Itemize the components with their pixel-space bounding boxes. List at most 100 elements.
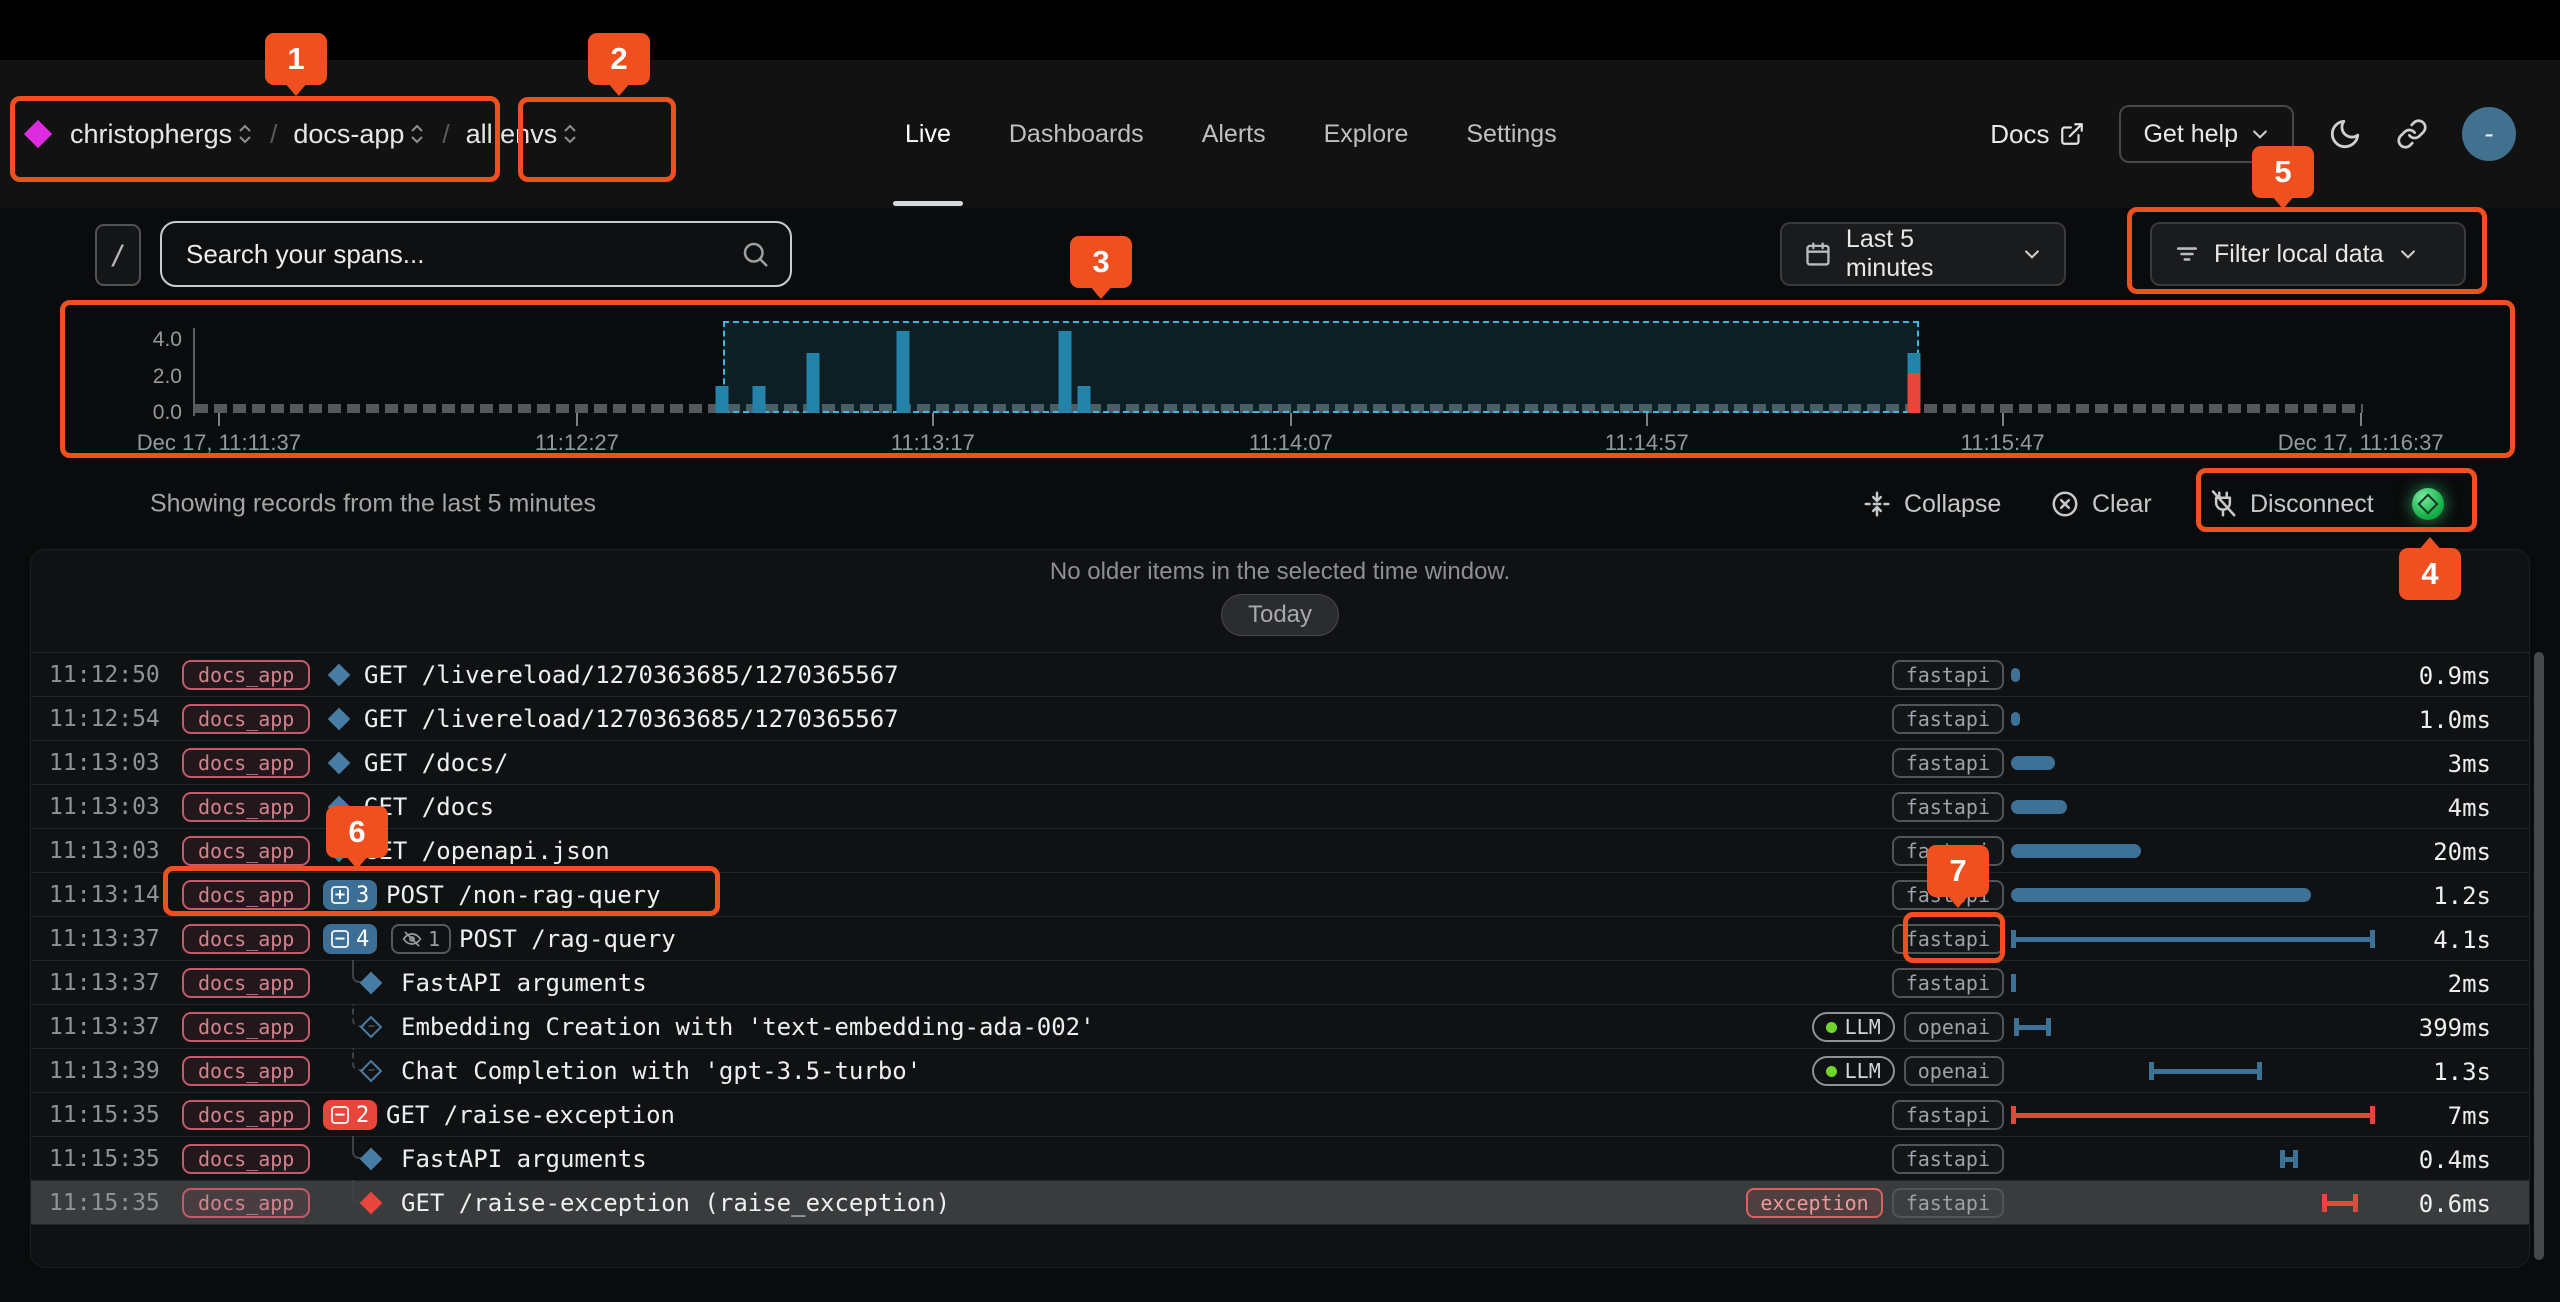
- duration-bar: [2011, 800, 2067, 814]
- span-name: POST /rag-query: [459, 925, 676, 953]
- time-range-label: Last 5 minutes: [1846, 225, 2008, 283]
- chart-x-tick: [2360, 413, 2362, 426]
- span-tags: fastapi: [1892, 660, 2004, 690]
- docs-link[interactable]: Docs: [1990, 119, 2085, 150]
- clear-button[interactable]: Clear: [2050, 489, 2152, 519]
- children-toggle-badge[interactable]: +3: [323, 880, 377, 910]
- org-selector[interactable]: christophergs: [70, 119, 254, 150]
- slash-shortcut-key: /: [95, 224, 141, 286]
- hidden-spans-badge[interactable]: 1: [391, 924, 451, 954]
- table-scrollbar[interactable]: [2534, 652, 2544, 1260]
- chevron-down-icon: [2022, 244, 2042, 264]
- span-count-timeline-chart[interactable]: 4.02.00.0 Dec 17, 11:11:3711:12:2711:13:…: [0, 300, 2560, 460]
- env-selector[interactable]: all envs: [466, 119, 580, 150]
- disconnect-icon: [2208, 489, 2238, 519]
- table-row[interactable]: 11:15:35docs_appGET /raise-exception (ra…: [31, 1181, 2529, 1225]
- openai-tag: openai: [1904, 1012, 2004, 1042]
- tag-label: fastapi: [1906, 1147, 1990, 1171]
- duration-bar: [2011, 974, 2016, 992]
- chart-x-tick: [2002, 413, 2004, 426]
- table-row[interactable]: 11:15:35docs_app−2GET /raise-exceptionfa…: [31, 1093, 2529, 1137]
- link-icon: [2396, 118, 2428, 150]
- tab-alerts[interactable]: Alerts: [1202, 60, 1266, 208]
- duration-bar: [2011, 888, 2311, 902]
- span-name: GET /livereload/1270363685/1270365567: [364, 705, 899, 733]
- table-row[interactable]: 11:12:54docs_appGET /livereload/12703636…: [31, 697, 2529, 741]
- span-timestamp: 11:13:37: [49, 1014, 160, 1040]
- breadcrumb-separator: /: [270, 119, 277, 150]
- tab-settings[interactable]: Settings: [1466, 60, 1556, 208]
- span-name: Chat Completion with 'gpt-3.5-turbo': [401, 1057, 921, 1085]
- span-name: FastAPI arguments: [401, 969, 647, 997]
- chart-y-tick-label: 2.0: [116, 365, 182, 389]
- disconnect-label: Disconnect: [2250, 490, 2374, 519]
- duration-bar-zone: [2011, 1181, 2381, 1225]
- search-input[interactable]: [162, 239, 740, 270]
- table-row[interactable]: 11:13:37docs_app−41POST /rag-queryfastap…: [31, 917, 2529, 961]
- span-name: FastAPI arguments: [401, 1145, 647, 1173]
- tab-dashboards[interactable]: Dashboards: [1009, 60, 1144, 208]
- annotation-callout-3: 3: [1070, 236, 1132, 288]
- span-timestamp: 11:13:03: [49, 794, 160, 820]
- moon-icon: [2328, 117, 2362, 151]
- fastapi-tag: fastapi: [1892, 924, 2004, 954]
- tab-explore[interactable]: Explore: [1324, 60, 1409, 208]
- duration-bar: [2011, 712, 2020, 726]
- theme-toggle-button[interactable]: [2328, 117, 2362, 151]
- docs-app-tag: docs_app: [182, 924, 310, 954]
- table-row[interactable]: 11:12:50docs_appGET /livereload/12703636…: [31, 653, 2529, 697]
- children-toggle-badge[interactable]: −4: [323, 924, 377, 954]
- span-timestamp: 11:15:35: [49, 1146, 160, 1172]
- llm-green-dot: [1826, 1066, 1837, 1077]
- fastapi-tag: fastapi: [1892, 704, 2004, 734]
- filter-local-data-button[interactable]: Filter local data: [2150, 222, 2466, 286]
- chart-x-tick-label: 11:14:57: [1605, 430, 1689, 456]
- share-link-button[interactable]: [2396, 118, 2428, 150]
- duration-bar: [2011, 756, 2055, 770]
- span-timestamp: 11:15:35: [49, 1190, 160, 1216]
- chart-x-tick: [932, 413, 934, 426]
- duration-bar-zone: [2011, 653, 2381, 697]
- table-row[interactable]: 11:13:14docs_app+3POST /non-rag-queryfas…: [31, 873, 2529, 917]
- live-connection-indicator[interactable]: [2412, 488, 2444, 520]
- collapse-button[interactable]: Collapse: [1862, 489, 2001, 519]
- children-count: 4: [356, 927, 369, 952]
- chart-x-tick-label: Dec 17, 11:16:37: [2278, 430, 2444, 456]
- disconnect-button[interactable]: Disconnect: [2208, 489, 2374, 519]
- avatar-label: -: [2484, 118, 2493, 150]
- tag-label: fastapi: [1906, 1103, 1990, 1127]
- collapse-icon: −: [331, 930, 349, 948]
- user-avatar[interactable]: -: [2462, 107, 2516, 161]
- tab-live[interactable]: Live: [905, 60, 951, 208]
- span-tags: LLMopenai: [1812, 1056, 2004, 1086]
- duration-bar-zone: [2011, 1049, 2381, 1093]
- fastapi-tag: fastapi: [1892, 1100, 2004, 1130]
- llm-tag: LLM: [1812, 1056, 1895, 1086]
- table-row[interactable]: 11:13:03docs_appGET /docs/fastapi3ms: [31, 741, 2529, 785]
- project-selector[interactable]: docs-app: [293, 119, 426, 150]
- children-toggle-badge[interactable]: −2: [323, 1100, 377, 1130]
- table-row[interactable]: 11:15:35docs_appFastAPI argumentsfastapi…: [31, 1137, 2529, 1181]
- spans-table-panel: No older items in the selected time wind…: [30, 549, 2530, 1268]
- span-duration: 1.2s: [2433, 882, 2491, 910]
- span-name: GET /openapi.json: [364, 837, 610, 865]
- tag-label: fastapi: [1906, 927, 1990, 951]
- today-pill[interactable]: Today: [1221, 594, 1339, 636]
- span-tags: fastapi: [1892, 1144, 2004, 1174]
- table-row[interactable]: 11:13:37docs_appFastAPI argumentsfastapi…: [31, 961, 2529, 1005]
- span-tags: fastapi: [1892, 748, 2004, 778]
- env-name: all envs: [466, 119, 558, 150]
- span-duration: 1.0ms: [2419, 706, 2491, 734]
- table-row[interactable]: 11:13:03docs_appGET /docsfastapi4ms: [31, 785, 2529, 829]
- duration-bar: [2011, 844, 2141, 858]
- chart-bar-segment: [715, 386, 728, 413]
- docs-app-tag: docs_app: [182, 968, 310, 998]
- table-row[interactable]: 11:13:39docs_appChat Completion with 'gp…: [31, 1049, 2529, 1093]
- fastapi-tag: fastapi: [1892, 792, 2004, 822]
- time-range-button[interactable]: Last 5 minutes: [1780, 222, 2066, 286]
- table-row[interactable]: 11:13:03docs_appGET /openapi.jsonfastapi…: [31, 829, 2529, 873]
- fastapi-tag: fastapi: [1892, 748, 2004, 778]
- span-timestamp: 11:13:39: [49, 1058, 160, 1084]
- tag-label: LLM: [1845, 1059, 1881, 1083]
- table-row[interactable]: 11:13:37docs_appEmbedding Creation with …: [31, 1005, 2529, 1049]
